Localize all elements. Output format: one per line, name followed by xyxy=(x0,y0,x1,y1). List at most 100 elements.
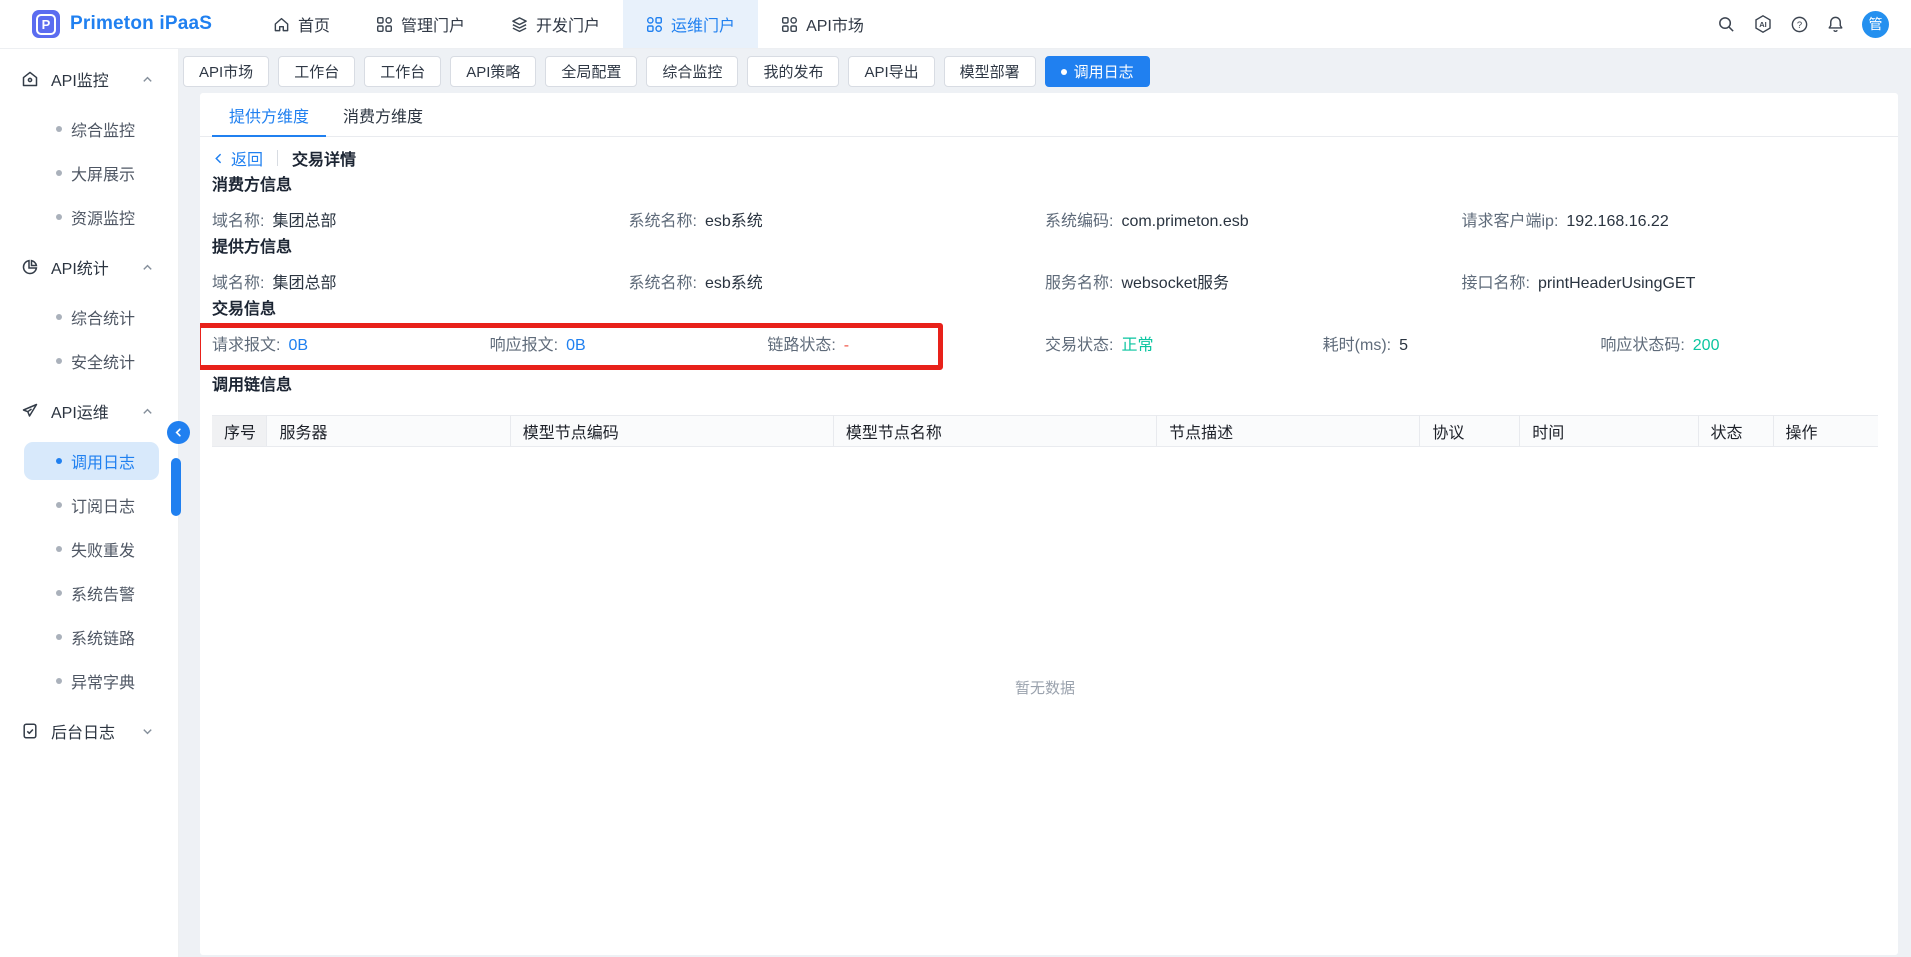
call-chain-table: 序号 服务器 模型节点编码 模型节点名称 节点描述 协议 时间 状态 操作 xyxy=(212,415,1878,447)
response-payload-link[interactable]: 0B xyxy=(566,337,586,354)
megaphone-icon xyxy=(21,402,39,420)
sidebar-collapse-button[interactable] xyxy=(167,421,190,444)
search-icon[interactable] xyxy=(1717,15,1736,34)
logo-letter: P xyxy=(36,14,57,35)
ai-assistant-icon[interactable]: AI xyxy=(1753,14,1773,34)
col-model-node-name: 模型节点名称 xyxy=(833,416,1156,447)
chevron-left-icon xyxy=(173,427,184,438)
sidebar-item-composite-stats[interactable]: 综合统计 xyxy=(24,298,159,336)
col-status: 状态 xyxy=(1698,416,1773,447)
user-avatar[interactable]: 管 xyxy=(1862,11,1889,38)
sidebar-group-label: 后台日志 xyxy=(51,719,115,743)
nav-item-home[interactable]: 首页 xyxy=(250,0,353,48)
field-system-code: 系统编码:com.primeton.esb xyxy=(1045,207,1462,231)
consumer-fields-row: 域名称:集团总部 系统名称:esb系统 系统编码:com.primeton.es… xyxy=(212,207,1878,229)
active-dot-icon xyxy=(1061,69,1067,75)
sidebar-item-composite-monitor[interactable]: 综合监控 xyxy=(24,110,159,148)
sidebar-group-api-ops[interactable]: API运维 xyxy=(0,386,178,436)
tab-workbench-1[interactable]: 工作台 xyxy=(278,56,355,87)
chevron-down-icon xyxy=(141,725,154,738)
home-icon xyxy=(273,16,290,33)
sidebar-group-label: API监控 xyxy=(51,67,109,91)
detail-card: 提供方维度 消费方维度 返回 交易详情 消费方信息 域名称:集团总部 系统名称:… xyxy=(200,93,1898,955)
document-check-icon xyxy=(21,722,39,740)
sidebar-group-api-stats[interactable]: API统计 xyxy=(0,242,178,292)
sidebar-group-api-monitor[interactable]: API监控 xyxy=(0,54,178,104)
nav-item-label: API市场 xyxy=(806,12,864,36)
monitor-home-icon xyxy=(21,70,39,88)
sidebar-group-label: API统计 xyxy=(51,255,109,279)
sidebar-item-system-link[interactable]: 系统链路 xyxy=(24,618,159,656)
bullet-dot-icon xyxy=(56,678,62,684)
tab-call-log-active[interactable]: 调用日志 xyxy=(1045,56,1150,87)
sidebar-item-call-log[interactable]: 调用日志 xyxy=(24,442,159,480)
tab-consumer-dimension[interactable]: 消费方维度 xyxy=(326,93,440,136)
sidebar-item-system-alarm[interactable]: 系统告警 xyxy=(24,574,159,612)
field-transaction-status: 交易状态:正常 xyxy=(1045,331,1323,355)
tab-workbench-2[interactable]: 工作台 xyxy=(364,56,441,87)
logo-icon: P xyxy=(32,10,60,38)
nav-item-dev-portal[interactable]: 开发门户 xyxy=(488,0,623,48)
request-payload-link[interactable]: 0B xyxy=(288,337,308,354)
bullet-dot-icon xyxy=(56,502,62,508)
tab-composite-monitor[interactable]: 综合监控 xyxy=(646,56,738,87)
tab-global-config[interactable]: 全局配置 xyxy=(545,56,637,87)
tab-model-deploy[interactable]: 模型部署 xyxy=(944,56,1036,87)
nav-item-api-market[interactable]: API市场 xyxy=(758,0,887,48)
sidebar-item-resource-monitor[interactable]: 资源监控 xyxy=(24,198,159,236)
svg-text:AI: AI xyxy=(1759,20,1767,29)
section-title-consumer: 消费方信息 xyxy=(212,175,1878,197)
section-title-transaction: 交易信息 xyxy=(212,299,1878,321)
app-title: Primeton iPaaS xyxy=(70,13,212,35)
sidebar-item-fail-retry[interactable]: 失败重发 xyxy=(24,530,159,568)
sidebar-item-label: 异常字典 xyxy=(71,669,135,693)
chevron-up-icon xyxy=(141,73,154,86)
nav-item-admin-portal[interactable]: 管理门户 xyxy=(353,0,488,48)
sidebar-item-label: 调用日志 xyxy=(71,449,135,473)
layers-icon xyxy=(511,16,528,33)
sidebar-item-security-stats[interactable]: 安全统计 xyxy=(24,342,159,380)
avatar-text: 管 xyxy=(1869,14,1883,34)
field-link-status: 链路状态:- xyxy=(767,331,1045,355)
scrollbar-thumb[interactable] xyxy=(171,458,181,516)
col-model-node-code: 模型节点编码 xyxy=(510,416,833,447)
bullet-dot-icon xyxy=(56,170,62,176)
nav-item-label: 开发门户 xyxy=(536,12,600,36)
nav-item-label: 运维门户 xyxy=(671,12,735,36)
tab-my-publish[interactable]: 我的发布 xyxy=(747,56,839,87)
tab-api-market[interactable]: API市场 xyxy=(183,56,269,87)
field-domain-name: 域名称:集团总部 xyxy=(212,207,629,231)
top-navbar: P Primeton iPaaS 首页 管理门户 开发门户 运维门户 xyxy=(0,0,1911,49)
bullet-dot-icon xyxy=(56,590,62,596)
sidebar-item-label: 资源监控 xyxy=(71,205,135,229)
col-protocol: 协议 xyxy=(1420,416,1520,447)
bullet-dot-icon xyxy=(56,314,62,320)
notifications-bell-icon[interactable] xyxy=(1826,15,1845,34)
chevron-up-icon xyxy=(141,261,154,274)
pie-chart-icon xyxy=(21,258,39,276)
tab-api-export[interactable]: API导出 xyxy=(848,56,934,87)
tab-api-policy[interactable]: API策略 xyxy=(450,56,536,87)
field-domain-name: 域名称:集团总部 xyxy=(212,269,629,293)
sidebar-item-exception-dict[interactable]: 异常字典 xyxy=(24,662,159,700)
nav-item-ops-portal[interactable]: 运维门户 xyxy=(623,0,758,48)
col-seq: 序号 xyxy=(212,416,267,447)
sidebar-item-label: 订阅日志 xyxy=(71,493,135,517)
help-icon[interactable]: ? xyxy=(1790,15,1809,34)
sidebar-item-label: 系统告警 xyxy=(71,581,135,605)
vertical-divider xyxy=(277,150,278,166)
sidebar-item-subscribe-log[interactable]: 订阅日志 xyxy=(24,486,159,524)
table-empty-state: 暂无数据 xyxy=(212,447,1878,947)
transaction-fields-row: 请求报文:0B 响应报文:0B 链路状态:- 交易状态:正常 耗时(ms):5 … xyxy=(212,331,1878,353)
tab-provider-dimension[interactable]: 提供方维度 xyxy=(212,93,326,136)
back-button[interactable]: 返回 xyxy=(212,146,263,170)
app-logo[interactable]: P Primeton iPaaS xyxy=(0,0,250,48)
bullet-dot-icon xyxy=(56,214,62,220)
empty-text: 暂无数据 xyxy=(1015,677,1075,698)
sidebar-item-big-screen[interactable]: 大屏展示 xyxy=(24,154,159,192)
sidebar-item-label: 安全统计 xyxy=(71,349,135,373)
table-header-row: 序号 服务器 模型节点编码 模型节点名称 节点描述 协议 时间 状态 操作 xyxy=(212,416,1878,447)
col-server: 服务器 xyxy=(267,416,510,447)
field-elapsed-ms: 耗时(ms):5 xyxy=(1323,331,1601,355)
sidebar-group-backend-log[interactable]: 后台日志 xyxy=(0,706,178,756)
